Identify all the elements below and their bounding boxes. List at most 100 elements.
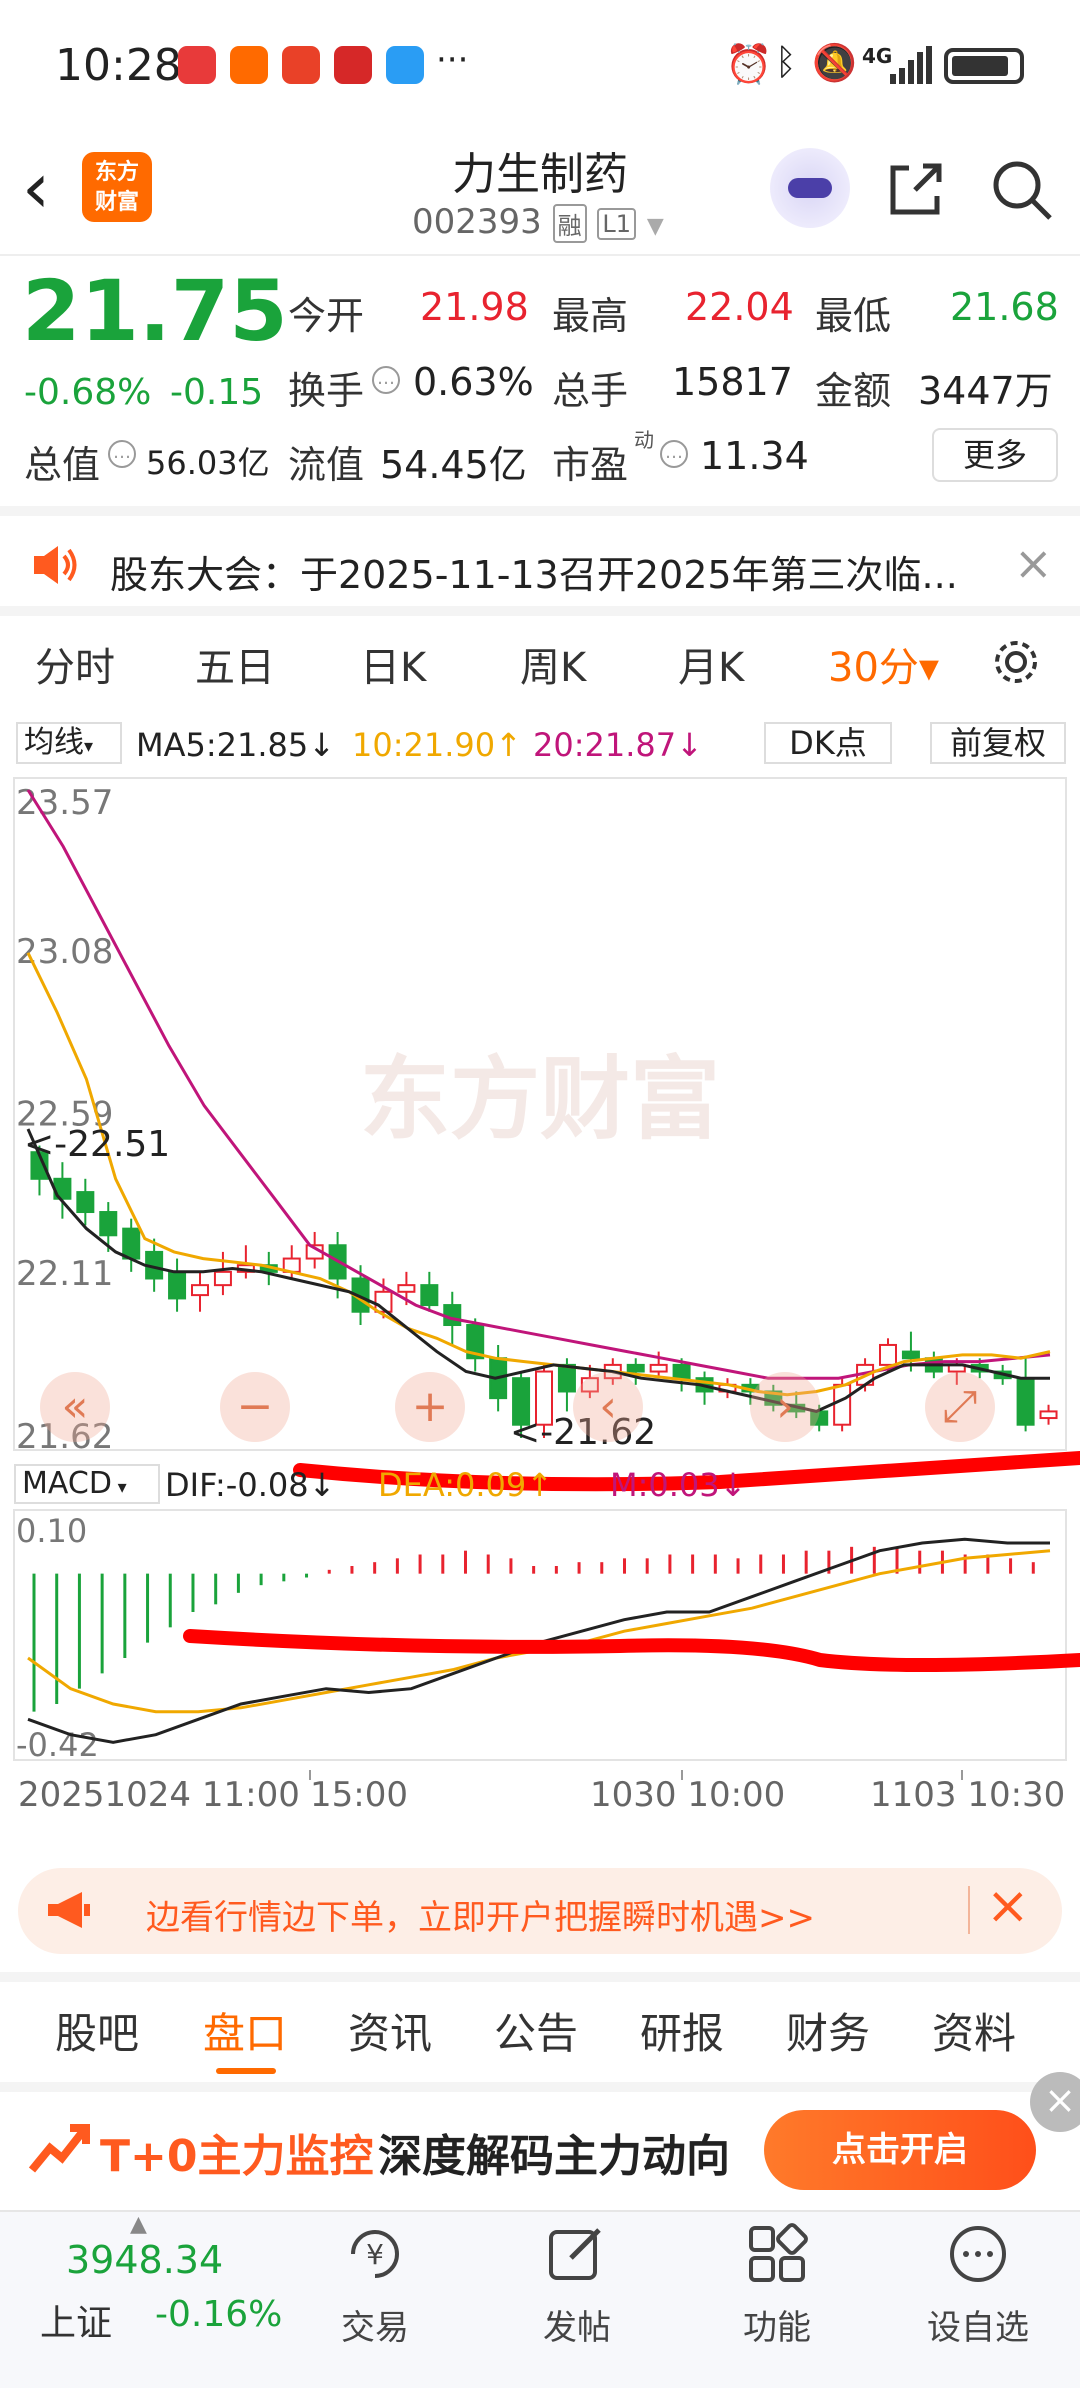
- tab-pankou[interactable]: 盘口: [203, 2000, 287, 2061]
- caret-up-icon: ▲: [130, 2212, 147, 2237]
- pe-value: 11.34: [700, 434, 809, 478]
- float-label: 流值: [288, 443, 365, 487]
- amount-label: 金额: [815, 369, 892, 413]
- nav-post[interactable]: 发帖: [497, 2300, 657, 2349]
- zoom-out-button[interactable]: −: [220, 1372, 290, 1442]
- candle-body: [649, 1363, 668, 1373]
- search-icon[interactable]: [990, 158, 1054, 222]
- network-type: 4G: [862, 44, 893, 68]
- kline-chart[interactable]: 东方财富23.5723.0822.5922.1121.62<-22.51<-21…: [0, 770, 1080, 1820]
- index-name[interactable]: 上证: [40, 2294, 112, 2346]
- close-icon[interactable]: ×: [1014, 536, 1053, 590]
- ma10-legend: 10:21.90↑: [352, 726, 522, 764]
- nav-functions[interactable]: 功能: [697, 2300, 857, 2349]
- index-value[interactable]: 3948.34: [66, 2238, 223, 2282]
- app-icon: [282, 46, 320, 84]
- high-label: 最高: [552, 294, 629, 338]
- zoom-in-button[interactable]: +: [395, 1372, 465, 1442]
- dea-line: [27, 1549, 1051, 1714]
- scroll-left-fast-button[interactable]: «: [40, 1372, 110, 1442]
- account-ad-banner[interactable]: 边看行情边下单，立即开户把握瞬时机遇>> ×: [18, 1868, 1062, 1954]
- tab-announcements[interactable]: 公告: [494, 2000, 578, 2061]
- bluetooth-icon: ᛒ: [775, 42, 797, 83]
- candle-body: [901, 1350, 920, 1360]
- candle: [76, 1178, 95, 1226]
- candle-body: [672, 1363, 691, 1380]
- info-icon[interactable]: …: [660, 440, 688, 468]
- tab-guba[interactable]: 股吧: [55, 2000, 139, 2061]
- fullscreen-button[interactable]: ⤢: [925, 1372, 995, 1442]
- signal-icon: [890, 46, 932, 84]
- share-icon[interactable]: [885, 160, 945, 220]
- candle-body: [191, 1284, 209, 1297]
- compose-icon[interactable]: [545, 2222, 609, 2286]
- l1-tag: L1: [597, 207, 637, 240]
- promo-subtitle: 深度解码主力动向: [378, 2131, 730, 2182]
- svg-text:¥: ¥: [366, 2238, 384, 2271]
- tab-intraday[interactable]: 分时: [35, 635, 115, 693]
- candle-body: [626, 1363, 645, 1373]
- macd-y-tick: 0.10: [16, 1512, 87, 1550]
- adjust-price-toggle[interactable]: 前复权: [930, 722, 1066, 764]
- macd-y-tick: -0.42: [16, 1726, 99, 1764]
- status-bar: 10:28 ··· ⏰ ᛒ 🔕 4G: [0, 0, 1080, 130]
- gear-icon[interactable]: [990, 636, 1042, 688]
- close-icon[interactable]: ×: [1030, 2072, 1080, 2132]
- y-tick-label: 23.57: [16, 783, 113, 823]
- tab-news[interactable]: 资讯: [348, 2000, 432, 2061]
- mute-icon: 🔕: [812, 43, 857, 84]
- dif-legend: DIF:-0.08↓: [165, 1466, 336, 1504]
- tab-daily-k[interactable]: 日K: [360, 635, 426, 693]
- tab-30min[interactable]: 30分▾: [828, 635, 939, 693]
- candle: [53, 1162, 72, 1219]
- megaphone-icon: [48, 1892, 90, 1928]
- tab-weekly-k[interactable]: 周K: [520, 635, 586, 693]
- stock-code: 002393 融 L1 ▼: [412, 202, 664, 243]
- volume-value: 15817: [672, 360, 793, 404]
- info-icon[interactable]: …: [372, 366, 400, 394]
- high-value: 22.04: [685, 285, 794, 329]
- scroll-right-button[interactable]: ›: [750, 1372, 820, 1442]
- candle-body: [1016, 1377, 1035, 1426]
- candle: [213, 1251, 232, 1296]
- tab-research[interactable]: 研报: [640, 2000, 724, 2061]
- dk-point-toggle[interactable]: DK点: [764, 722, 892, 764]
- more-notifications-icon: ···: [436, 40, 469, 80]
- message-app-icon: [386, 46, 424, 84]
- promo-banner[interactable]: T+0主力监控 深度解码主力动向 点击开启 ×: [0, 2072, 1080, 2210]
- tab-profile[interactable]: 资料: [932, 2000, 1016, 2061]
- nav-trade[interactable]: 交易: [295, 2300, 455, 2349]
- candle-body: [420, 1284, 439, 1307]
- ma10-line: [26, 952, 1051, 1397]
- alarm-icon: ⏰: [725, 42, 773, 86]
- candle: [420, 1271, 439, 1312]
- candle-body: [76, 1191, 95, 1214]
- close-icon[interactable]: ×: [986, 1876, 1030, 1936]
- tab-monthly-k[interactable]: 月K: [678, 635, 744, 693]
- pe-label: 市盈: [552, 443, 629, 487]
- sub-indicator-dropdown[interactable]: MACD ▾: [14, 1464, 160, 1504]
- notice-bar[interactable]: 股东大会：于2025-11-13召开2025年第三次临... ×: [0, 516, 1080, 616]
- tab-finance[interactable]: 财务: [786, 2000, 870, 2061]
- robot-assistant-icon[interactable]: [770, 148, 850, 228]
- low-label: 最低: [815, 294, 892, 338]
- scroll-left-button[interactable]: ‹: [573, 1372, 643, 1442]
- indicator-type-dropdown[interactable]: 均线▾: [16, 722, 122, 764]
- nav-add-watchlist[interactable]: 设自选: [898, 2300, 1058, 2349]
- watermark: 东方财富: [360, 1047, 720, 1152]
- add-watchlist-icon[interactable]: [946, 2222, 1010, 2286]
- candle-body: [168, 1270, 187, 1300]
- promo-open-button[interactable]: 点击开启: [764, 2110, 1036, 2190]
- grid-functions-icon[interactable]: [745, 2222, 809, 2286]
- promo-title: T+0主力监控: [100, 2131, 374, 2182]
- trade-yen-icon[interactable]: ¥: [343, 2222, 407, 2286]
- more-button[interactable]: 更多: [932, 428, 1058, 482]
- x-tick-label: 20251024 11:00: [18, 1775, 300, 1815]
- battery-icon: [944, 48, 1024, 84]
- amount-value: 3447万: [918, 369, 1053, 413]
- stock-header: ‹ 东方 财富 力生制药 002393 融 L1 ▼: [0, 130, 1080, 255]
- tab-five-day[interactable]: 五日: [195, 635, 275, 693]
- index-change[interactable]: -0.16%: [155, 2294, 282, 2335]
- x-tick-label: 15:00: [310, 1775, 408, 1815]
- info-icon[interactable]: …: [108, 440, 136, 468]
